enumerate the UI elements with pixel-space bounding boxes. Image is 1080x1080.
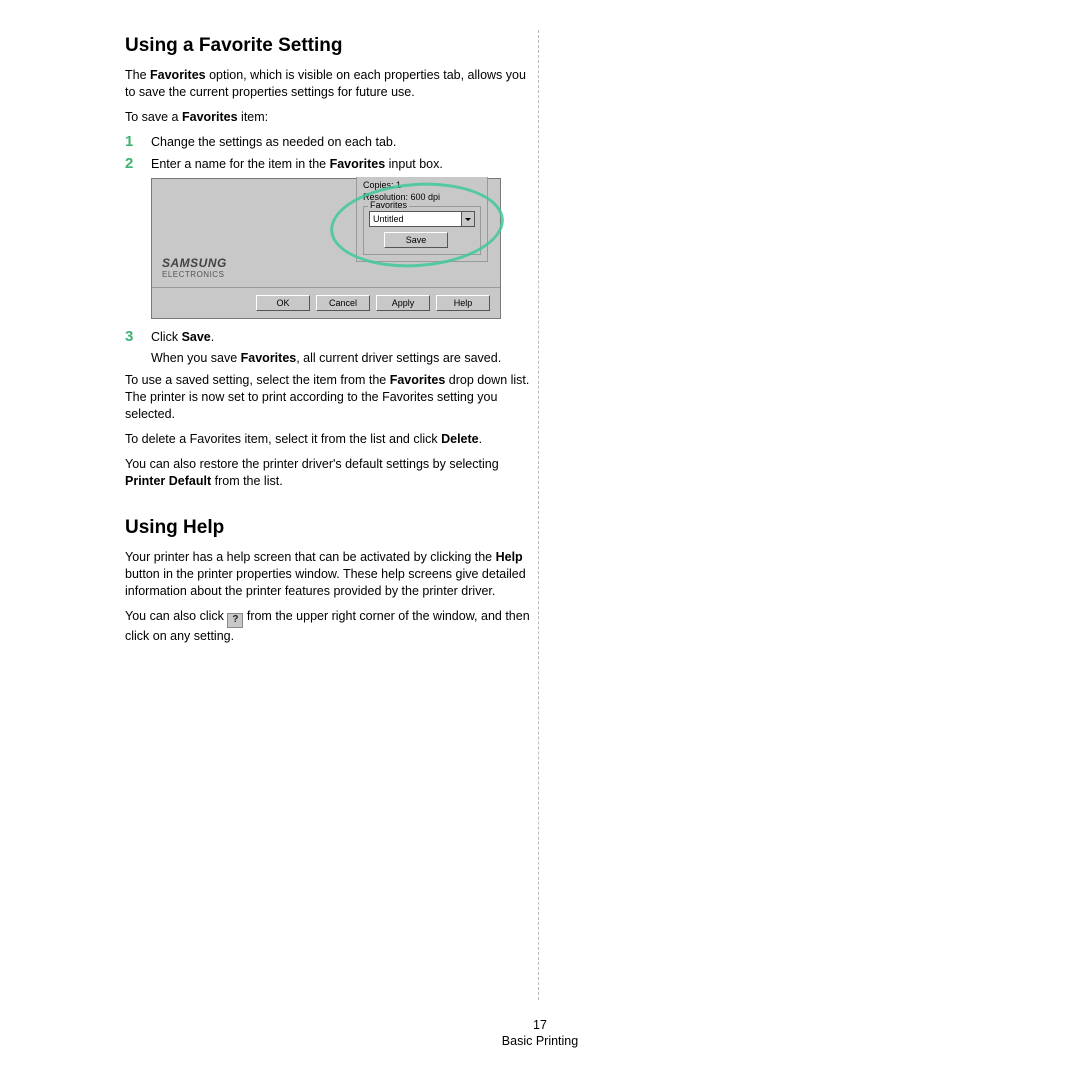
- question-icon: ?: [227, 613, 243, 628]
- restore-paragraph: You can also restore the printer driver'…: [125, 456, 530, 490]
- step-text: Click Save. When you save Favorites, all…: [151, 329, 530, 367]
- save-button[interactable]: Save: [384, 232, 448, 248]
- help-p1: Your printer has a help screen that can …: [125, 549, 530, 600]
- intro-paragraph: The Favorites option, which is visible o…: [125, 67, 530, 101]
- footer-label: Basic Printing: [502, 1034, 578, 1048]
- cancel-button[interactable]: Cancel: [316, 295, 370, 311]
- help-button[interactable]: Help: [436, 295, 490, 311]
- favorites-legend: Favorites: [368, 200, 409, 210]
- page-footer: 17 Basic Printing: [0, 1018, 1080, 1048]
- step-1: 1 Change the settings as needed on each …: [125, 134, 530, 151]
- brand-logo: SAMSUNG ELECTRONICS: [162, 256, 227, 279]
- column-divider: [538, 30, 539, 1000]
- heading-favorite: Using a Favorite Setting: [125, 35, 530, 57]
- section-help: Using Help Your printer has a help scree…: [125, 517, 530, 645]
- step-2: 2 Enter a name for the item in the Favor…: [125, 156, 530, 173]
- help-p2: You can also click ? from the upper righ…: [125, 608, 530, 645]
- use-paragraph: To use a saved setting, select the item …: [125, 372, 530, 423]
- chevron-down-icon[interactable]: [461, 212, 474, 226]
- info-panel: Copies: 1 Resolution: 600 dpi Favorites …: [356, 177, 488, 262]
- dialog-screenshot: Copies: 1 Resolution: 600 dpi Favorites …: [151, 178, 501, 319]
- dialog-buttons: OK Cancel Apply Help: [152, 288, 500, 318]
- step-3: 3 Click Save. When you save Favorites, a…: [125, 329, 530, 367]
- ok-button[interactable]: OK: [256, 295, 310, 311]
- step-text: Change the settings as needed on each ta…: [151, 134, 530, 151]
- combo-value: Untitled: [370, 214, 461, 224]
- favorites-group: Favorites Untitled Save: [363, 206, 481, 255]
- step-number: 3: [125, 329, 151, 367]
- apply-button[interactable]: Apply: [376, 295, 430, 311]
- step-text: Enter a name for the item in the Favorit…: [151, 156, 530, 173]
- save-lead: To save a Favorites item:: [125, 109, 530, 126]
- page-number: 17: [0, 1018, 1080, 1032]
- heading-help: Using Help: [125, 517, 530, 539]
- copies-line: Copies: 1: [363, 180, 481, 190]
- dialog-body: Copies: 1 Resolution: 600 dpi Favorites …: [152, 179, 500, 288]
- favorites-combo[interactable]: Untitled: [369, 211, 475, 227]
- delete-paragraph: To delete a Favorites item, select it fr…: [125, 431, 530, 448]
- step-number: 1: [125, 134, 151, 151]
- step-3-sub: When you save Favorites, all current dri…: [151, 350, 530, 367]
- step-number: 2: [125, 156, 151, 173]
- left-column: Using a Favorite Setting The Favorites o…: [125, 35, 530, 653]
- printer-dialog: Copies: 1 Resolution: 600 dpi Favorites …: [151, 178, 501, 319]
